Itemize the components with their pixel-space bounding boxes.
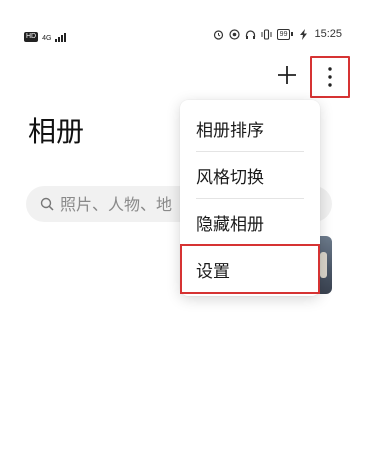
status-left-group: HD 4G	[24, 32, 67, 42]
alarm-icon	[213, 29, 224, 40]
headphones-icon	[245, 29, 256, 40]
battery-icon: 99	[276, 28, 294, 40]
signal-icon	[55, 32, 67, 42]
page-title: 相册	[28, 115, 85, 148]
add-album-button[interactable]	[276, 64, 298, 86]
battery-level: 99	[276, 28, 291, 40]
plus-icon	[278, 66, 296, 84]
charging-icon	[298, 28, 309, 40]
hd-icon: HD	[24, 32, 39, 42]
overflow-menu: 相册排序 风格切换 隐藏相册 设置	[180, 100, 320, 296]
status-bar: HD 4G 99 15:25	[0, 0, 372, 42]
menu-item-settings[interactable]: 设置	[180, 245, 320, 293]
menu-item-switch-style[interactable]: 风格切换	[180, 151, 320, 199]
more-vertical-icon	[328, 67, 332, 87]
network-type-label: 4G	[42, 35, 52, 42]
eye-comfort-icon	[229, 28, 240, 40]
more-options-button[interactable]	[320, 61, 340, 93]
status-right-group: 99 15:25	[213, 28, 342, 40]
status-time: 15:25	[314, 28, 342, 40]
vibrate-icon	[261, 28, 272, 40]
menu-item-hidden-albums[interactable]: 隐藏相册	[180, 198, 320, 246]
search-icon	[40, 197, 54, 211]
menu-item-sort-albums[interactable]: 相册排序	[180, 104, 320, 152]
